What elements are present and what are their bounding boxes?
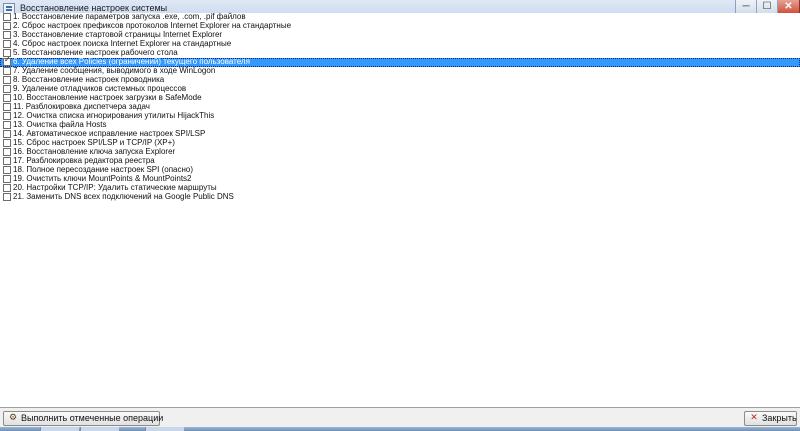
item-checkbox[interactable] xyxy=(3,184,11,192)
item-checkbox[interactable] xyxy=(3,103,11,111)
taskbar-item[interactable] xyxy=(80,427,119,431)
item-checkbox[interactable] xyxy=(3,175,11,183)
item-checkbox[interactable] xyxy=(3,148,11,156)
list-item[interactable]: 21. Заменить DNS всех подключений на Goo… xyxy=(0,192,800,202)
item-checkbox[interactable] xyxy=(3,31,11,39)
taskbar-item[interactable] xyxy=(145,427,184,431)
run-operations-icon: ⚙ xyxy=(8,413,18,423)
item-checkbox[interactable] xyxy=(3,121,11,129)
item-checkbox[interactable] xyxy=(3,13,11,21)
item-checkbox[interactable] xyxy=(3,139,11,147)
operations-checklist[interactable]: 1. Восстановление параметров запуска .ex… xyxy=(0,12,800,408)
item-checkbox[interactable] xyxy=(3,85,11,93)
run-selected-operations-button[interactable]: ⚙ Выполнить отмеченные операции xyxy=(3,411,164,426)
close-button[interactable]: ✕ Закрыть xyxy=(744,411,797,426)
item-checkbox[interactable] xyxy=(3,193,11,201)
item-checkbox[interactable] xyxy=(3,40,11,48)
item-checkbox[interactable] xyxy=(3,112,11,120)
run-button-label: Выполнить отмеченные операции xyxy=(21,413,164,423)
item-label: 21. Заменить DNS всех подключений на Goo… xyxy=(13,192,234,201)
item-checkbox[interactable] xyxy=(3,22,11,30)
item-checkbox[interactable] xyxy=(3,166,11,174)
close-x-icon: ✕ xyxy=(750,413,758,423)
item-checkbox[interactable] xyxy=(3,55,11,66)
close-button-label: Закрыть xyxy=(762,413,797,423)
taskbar-item[interactable] xyxy=(40,427,79,431)
item-checkbox[interactable] xyxy=(3,67,11,75)
item-checkbox[interactable] xyxy=(3,94,11,102)
taskbar-edge xyxy=(0,427,800,431)
item-checkbox[interactable] xyxy=(3,157,11,165)
list-item[interactable]: 12. Очистка списка игнорирования утилиты… xyxy=(0,111,800,121)
item-checkbox[interactable] xyxy=(3,76,11,84)
item-checkbox[interactable] xyxy=(3,130,11,138)
